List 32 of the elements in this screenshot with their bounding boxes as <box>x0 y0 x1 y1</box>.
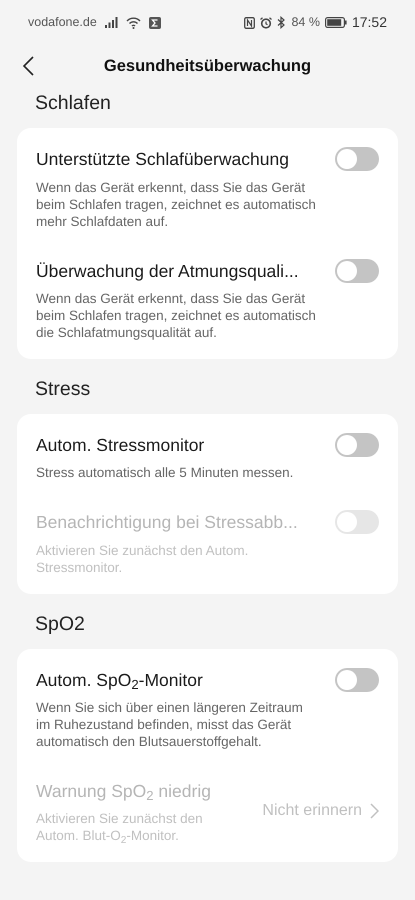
section-title: SpO2 <box>34 612 86 636</box>
toggle-switch[interactable] <box>335 147 379 172</box>
chevron-right-icon <box>370 803 379 820</box>
section-title: Schlafen <box>34 91 112 116</box>
nfc-icon <box>244 16 256 28</box>
alarm-icon <box>260 16 272 28</box>
wifi-icon <box>126 16 141 28</box>
battery-percent: 84 % <box>291 14 320 32</box>
item-title: Überwachung der Atmungsquali... <box>36 260 299 283</box>
back-icon[interactable] <box>22 56 34 76</box>
toggle-switch[interactable] <box>335 258 379 283</box>
item-description: Wenn Sie sich über einen längeren Zeitraum im Ruhezustand befinden, misst das Gerät automatisch den Blutsauerstoffgehalt. <box>36 699 304 750</box>
item-description: Aktivieren Sie zunächst den Autom. Stressmonitor. <box>36 542 250 576</box>
toggle-switch[interactable] <box>335 433 379 458</box>
item-title: Autom. SpO$_{2}$-Monitor <box>36 668 203 693</box>
signal-icon <box>104 17 118 28</box>
clock: 17:52 <box>352 13 387 32</box>
item-title: Unterstützte Schlafüberwachung <box>36 148 289 172</box>
carrier-name: vodafone.de <box>28 14 97 32</box>
bluetooth-icon <box>277 16 286 29</box>
item-title: Warnung SpO$_{2}$ niedrig <box>36 780 212 804</box>
item-description: Stress automatisch alle 5 Minuten messen. <box>36 464 294 482</box>
item-description: Wenn das Gerät erkennt, dass Sie das Gerät beim Schlafen tragen, zeichnet es automatisch die Schlafatmungsqualität auf. <box>36 290 317 341</box>
item-title: Benachrichtigung bei Stressabb... <box>36 511 298 534</box>
page-title: Gesundheitsüberwachung <box>104 56 312 77</box>
section-title: Stress <box>34 376 92 402</box>
item-title: Autom. Stressmonitor <box>36 434 204 457</box>
toggle-switch[interactable] <box>335 668 379 692</box>
item-description: Aktivieren Sie zunächst den Autom. Blut-O$_{2}$-Monitor. <box>36 810 204 844</box>
battery-icon <box>324 17 347 28</box>
item-description: Wenn das Gerät erkennt, dass Sie das Gerät beim Schlafen tragen, zeichnet es automatisch mehr Schlafdaten auf. <box>36 178 317 230</box>
sigma-app-icon <box>148 16 161 28</box>
